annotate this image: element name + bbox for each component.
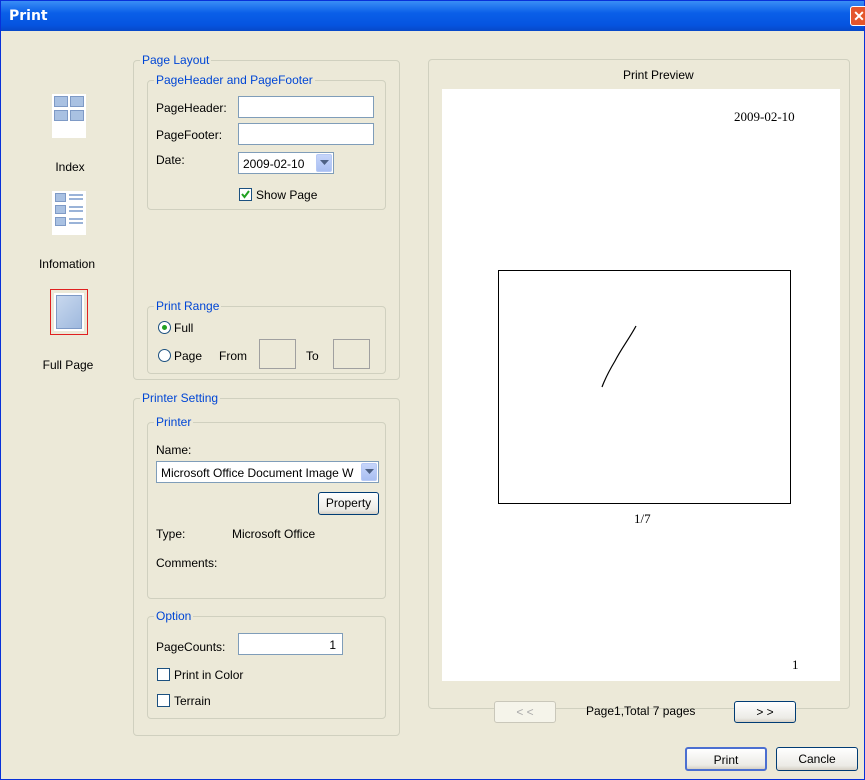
close-button[interactable]: ✕ [850,6,865,26]
print-in-color-label: Print in Color [174,668,244,682]
printer-name-value: Microsoft Office Document Image W [161,466,354,480]
nav-label-infomation: Infomation [38,257,96,271]
next-page-button[interactable]: > > [734,701,796,723]
terrain-checkbox[interactable] [157,694,170,707]
page-counts-input[interactable]: 1 [238,633,343,655]
type-label: Type: [156,527,186,541]
full-radio-label: Full [174,321,194,335]
printer-legend: Printer [156,415,192,429]
property-button[interactable]: Property [318,492,379,515]
date-dropdown-button[interactable] [316,154,332,172]
option-legend: Option [156,609,192,623]
page-radio-label: Page [174,349,203,363]
page-radio[interactable] [158,349,171,362]
to-input[interactable] [333,339,370,369]
chevron-down-icon [365,469,374,474]
from-input[interactable] [259,339,296,369]
print-range-legend: Print Range [156,299,220,313]
date-picker[interactable]: 2009-02-10 [238,152,334,174]
page-status: Page1,Total 7 pages [586,704,696,718]
checkmark-icon [241,190,250,199]
prev-page-button[interactable]: < < [494,701,556,723]
preview-drawing [601,325,637,388]
preview-page-fraction: 1/7 [634,511,651,526]
print-in-color-checkbox[interactable] [157,668,170,681]
information-layout-icon [52,191,86,235]
preview-header-date: 2009-02-10 [734,109,795,124]
page-layout-legend: Page Layout [142,53,210,67]
nav-label-index: Index [55,160,85,174]
to-label: To [306,349,319,363]
chevron-down-icon [320,160,329,165]
full-radio[interactable] [158,321,171,334]
page-footer-label: PageFooter: [156,128,223,142]
preview-content-box [498,270,791,504]
cancel-button[interactable]: Cancle [776,747,858,771]
close-icon: ✕ [853,8,865,24]
date-value: 2009-02-10 [243,157,305,171]
from-label: From [219,349,247,363]
printer-dropdown-button[interactable] [361,463,377,481]
page-counts-label: PageCounts: [156,640,226,654]
printer-name-label: Name: [156,443,192,457]
full-page-layout-icon [54,293,84,331]
index-layout-icon [52,94,86,138]
print-button[interactable]: Print [685,747,767,771]
page-header-input[interactable] [238,96,374,118]
printer-setting-legend: Printer Setting [142,391,219,405]
header-footer-legend: PageHeader and PageFooter [156,73,313,87]
page-footer-input[interactable] [238,123,374,145]
terrain-label: Terrain [174,694,211,708]
show-page-checkbox[interactable] [239,188,252,201]
date-label: Date: [156,153,185,167]
page-header-label: PageHeader: [156,101,227,115]
window-title: Print [9,8,48,24]
preview-page-number: 1 [792,657,799,672]
nav-label-full-page: Full Page [42,358,94,372]
comments-label: Comments: [156,556,218,570]
printer-name-select[interactable]: Microsoft Office Document Image W [156,461,379,483]
page-counts-value: 1 [329,638,336,652]
print-dialog: Print ✕ Index Infomation Full Page Page … [0,0,865,780]
type-value: Microsoft Office [232,527,316,541]
preview-title: Print Preview [623,68,694,82]
title-bar[interactable]: Print ✕ [1,1,865,31]
show-page-label: Show Page [256,188,318,202]
